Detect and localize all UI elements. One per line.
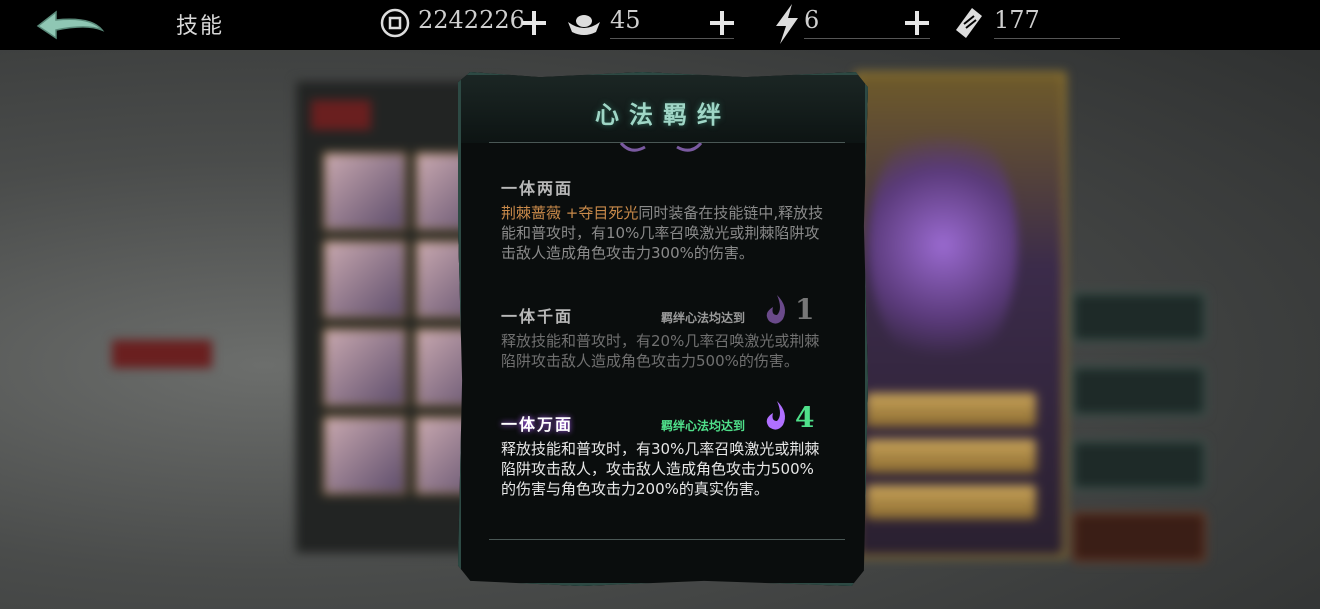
resource-underline <box>994 38 1120 39</box>
dialog-header: 心法羁绊 <box>461 75 865 143</box>
silver-value: 45 <box>610 6 641 34</box>
resource-ticket: 177 <box>952 0 1122 50</box>
upgrade-bar <box>866 485 1036 519</box>
upgrade-bar <box>866 439 1036 473</box>
skill-name-b: 夺目死光 <box>578 204 639 222</box>
bond-description-2: 释放技能和普攻时，有20%几率召唤激光或荆棘陷阱攻击敌人造成角色攻击力500%的… <box>501 332 820 370</box>
add-copper-button[interactable] <box>521 10 547 36</box>
side-button <box>1072 440 1206 490</box>
bond-description-3: 释放技能和普攻时，有30%几率召唤激光或荆棘陷阱攻击敌人，攻击敌人造成角色攻击力… <box>501 440 820 498</box>
dialog-title: 心法羁绊 <box>595 100 731 129</box>
resource-underline <box>610 38 734 39</box>
upgrade-bar <box>866 393 1036 427</box>
top-bar: 技能 2242226 45 6 177 <box>0 0 1320 50</box>
left-menu-item <box>112 190 212 218</box>
bond-title-1: 一体两面 <box>501 179 574 198</box>
lightning-energy-icon <box>776 4 798 44</box>
copper-value: 2242226 <box>418 6 525 34</box>
left-menu-item <box>112 262 212 290</box>
panel-tab <box>381 100 441 130</box>
plus-sign: + <box>561 204 579 222</box>
skill-cell <box>323 152 407 231</box>
skill-cell <box>323 240 407 319</box>
bond-requirement-2: 羁绊心法均达到 <box>661 311 746 325</box>
bond-requirement-3: 羁绊心法均达到 <box>661 419 746 433</box>
bond-description-1: 荆棘蔷薇 +夺目死光同时装备在技能链中,释放技能和普攻时，有10%几率召唤激光或… <box>501 203 827 263</box>
skill-name-a: 荆棘蔷薇 <box>501 204 562 222</box>
page-title: 技能 <box>176 14 225 39</box>
silver-ingot-icon <box>568 15 600 35</box>
side-button <box>1072 366 1206 416</box>
bond-dialog: 心法羁绊 一体两面 荆棘蔷薇 +夺目死光同时装备在技能链中,释放技能和普攻时，有… <box>458 72 868 586</box>
resource-energy: 6 <box>774 0 940 50</box>
skill-cell <box>323 328 407 407</box>
resource-copper: 2242226 <box>380 0 550 50</box>
energy-value: 6 <box>804 6 820 34</box>
bond-title-3: 一体万面 <box>501 415 574 434</box>
side-button <box>1072 292 1206 342</box>
side-button <box>1072 512 1206 562</box>
skill-detail-panel <box>855 72 1066 558</box>
skill-art <box>868 115 1018 375</box>
back-button[interactable] <box>32 6 108 44</box>
left-menu-item-active <box>112 340 212 368</box>
bond-level-2: 1 <box>795 293 815 326</box>
skill-cell <box>323 416 407 495</box>
purple-flame-icon <box>766 401 785 430</box>
resource-silver: 45 <box>566 0 746 50</box>
resource-underline <box>804 38 930 39</box>
add-silver-button[interactable] <box>709 10 735 36</box>
bond-title-2: 一体千面 <box>501 307 574 326</box>
ornament-icon <box>619 143 703 152</box>
bond-level-3: 4 <box>795 401 815 434</box>
ticket-value: 177 <box>994 6 1040 34</box>
purple-flame-icon <box>766 295 785 324</box>
add-energy-button[interactable] <box>904 10 930 36</box>
ticket-icon <box>956 8 982 38</box>
back-arrow-icon <box>36 10 105 40</box>
panel-tab <box>311 100 371 130</box>
copper-coin-icon <box>380 8 410 38</box>
footer-divider <box>489 539 845 540</box>
